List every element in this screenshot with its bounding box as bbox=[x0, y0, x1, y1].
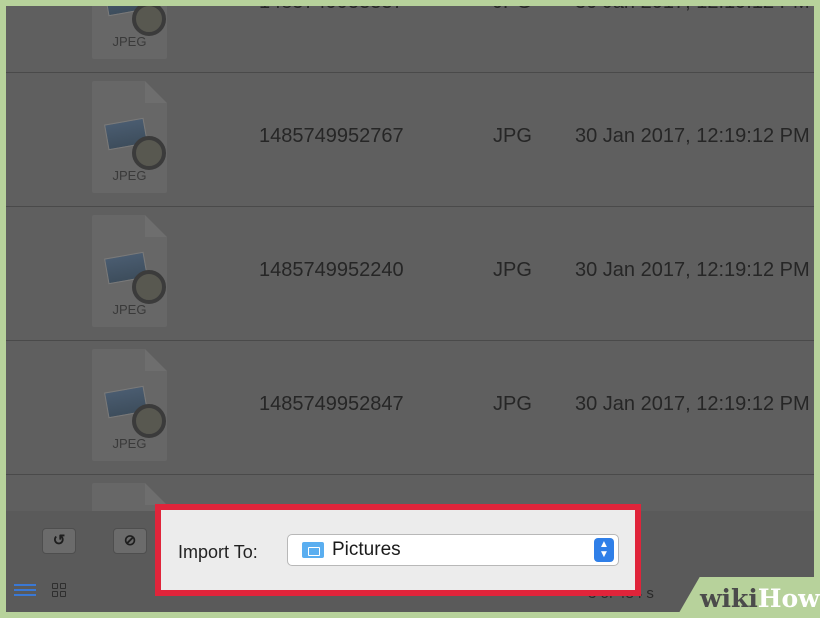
wikihow-watermark: wikiHow bbox=[700, 584, 820, 613]
import-destination-value: Pictures bbox=[332, 539, 401, 560]
file-row[interactable]: JPEG 1485749952240 JPG 30 Jan 2017, 12:1… bbox=[6, 207, 814, 341]
import-destination-popup[interactable]: Pictures ▲ ▼ bbox=[287, 534, 619, 566]
watermark-wiki: wiki bbox=[700, 584, 758, 613]
file-kind: JPG bbox=[493, 259, 532, 281]
file-date: 30 Jan 2017, 12:19:12 PM bbox=[575, 259, 810, 281]
thumb-label: JPEG bbox=[112, 168, 147, 183]
stepper-icon[interactable]: ▲ ▼ bbox=[594, 538, 614, 562]
import-to-highlight: Import To: Pictures ▲ ▼ bbox=[155, 504, 641, 596]
delete-button[interactable]: ⊘ bbox=[113, 528, 147, 554]
thumb-label: JPEG bbox=[112, 34, 147, 49]
thumb-label: JPEG bbox=[112, 436, 147, 451]
import-to-label: Import To: bbox=[178, 542, 258, 562]
jpeg-file-icon: JPEG bbox=[92, 81, 167, 193]
rotate-icon: ↺ bbox=[52, 532, 66, 549]
file-kind: JPG bbox=[493, 393, 532, 415]
jpeg-file-icon: JPEG bbox=[92, 349, 167, 461]
file-name: 1485749953337 bbox=[259, 6, 404, 14]
file-kind: JPG bbox=[493, 6, 532, 14]
file-name: 1485749952240 bbox=[259, 259, 404, 281]
delete-icon: ⊘ bbox=[123, 532, 137, 549]
file-date: 30 Jan 2017, 12:19:12 PM bbox=[575, 393, 810, 415]
file-kind: JPG bbox=[493, 125, 532, 147]
jpeg-file-icon: JPEG bbox=[92, 6, 167, 59]
file-row[interactable]: JPEG 1485749952767 JPG 30 Jan 2017, 12:1… bbox=[6, 73, 814, 207]
file-date: 30 Jan 2017, 12:19:12 PM bbox=[575, 125, 810, 147]
thumb-label: JPEG bbox=[112, 302, 147, 317]
jpeg-file-icon: JPEG bbox=[92, 215, 167, 327]
file-name: 1485749952767 bbox=[259, 125, 404, 147]
list-view-icon[interactable] bbox=[14, 584, 36, 598]
grid-view-icon[interactable] bbox=[52, 583, 66, 597]
watermark-how: How bbox=[757, 584, 820, 613]
file-name: 1485749952847 bbox=[259, 393, 404, 415]
chevron-down-icon: ▼ bbox=[599, 549, 609, 560]
file-row[interactable]: JPEG 1485749952847 JPG 30 Jan 2017, 12:1… bbox=[6, 341, 814, 475]
file-date: 30 Jan 2017, 12:19:12 PM bbox=[575, 6, 810, 14]
folder-icon bbox=[302, 542, 324, 558]
rotate-button[interactable]: ↺ bbox=[42, 528, 76, 554]
file-row[interactable]: JPEG 1485749953337 JPG 30 Jan 2017, 12:1… bbox=[6, 6, 814, 73]
